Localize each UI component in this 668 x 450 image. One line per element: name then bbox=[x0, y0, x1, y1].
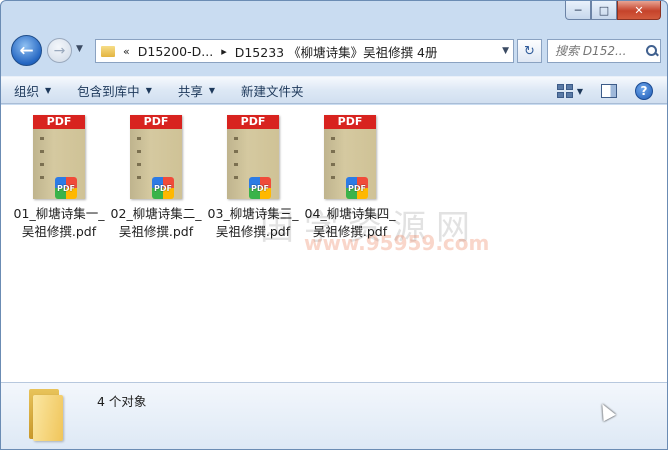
explorer-window: ─ □ ✕ ← → ▼ « D15200-D... ▸ D15233 《柳塘诗集… bbox=[0, 0, 668, 450]
mouse-cursor-icon bbox=[596, 400, 616, 422]
maximize-button[interactable]: □ bbox=[591, 1, 617, 20]
back-button[interactable]: ← bbox=[11, 35, 42, 66]
pdf-app-icon: PDF bbox=[346, 177, 368, 199]
pdf-label: PDF bbox=[324, 115, 376, 129]
search-box[interactable] bbox=[547, 39, 661, 63]
file-name-line2: 吴祖修撰.pdf bbox=[118, 224, 194, 239]
address-bar[interactable]: « D15200-D... ▸ D15233 《柳塘诗集》吴祖修撰 4册 ▼ bbox=[95, 39, 514, 63]
pdf-label: PDF bbox=[33, 115, 85, 129]
chevron-down-icon: ▼ bbox=[45, 85, 52, 95]
details-pane: 4 个对象 bbox=[1, 382, 667, 449]
include-in-library-label: 包含到库中 bbox=[77, 83, 140, 99]
file-list: 国学资源网 www.95959.com PDF PDF 01_柳塘诗集一_ 吴祖… bbox=[1, 105, 667, 382]
close-button[interactable]: ✕ bbox=[617, 1, 661, 20]
file-name-line2: 吴祖修撰.pdf bbox=[215, 224, 291, 239]
recent-pages-dropdown[interactable]: ▼ bbox=[76, 44, 83, 54]
address-dropdown-icon[interactable]: ▼ bbox=[502, 46, 509, 56]
file-item-03[interactable]: PDF PDF 03_柳塘诗集三_ 吴祖修撰.pdf bbox=[205, 113, 301, 243]
file-name-line1: 01_柳塘诗集一_ bbox=[13, 206, 105, 221]
organize-label: 组织 bbox=[14, 83, 40, 99]
refresh-button[interactable]: ↻ bbox=[517, 39, 542, 63]
file-item-04[interactable]: PDF PDF 04_柳塘诗集四_ 吴祖修撰.pdf bbox=[302, 113, 398, 243]
pdf-app-icon: PDF bbox=[152, 177, 174, 199]
help-icon[interactable]: ? bbox=[635, 82, 653, 100]
file-name-line1: 02_柳塘诗集二_ bbox=[110, 206, 202, 221]
search-input[interactable] bbox=[555, 44, 643, 58]
forward-button[interactable]: → bbox=[47, 38, 72, 63]
new-folder-label: 新建文件夹 bbox=[241, 83, 304, 99]
file-name[interactable]: 03_柳塘诗集三_ 吴祖修撰.pdf bbox=[205, 205, 301, 241]
file-item-01[interactable]: PDF PDF 01_柳塘诗集一_ 吴祖修撰.pdf bbox=[11, 113, 107, 243]
pdf-label: PDF bbox=[130, 115, 182, 129]
search-icon[interactable] bbox=[645, 44, 659, 58]
new-folder-button[interactable]: 新建文件夹 bbox=[228, 79, 317, 101]
book-spine bbox=[331, 137, 335, 189]
organize-button[interactable]: 组织 ▼ bbox=[1, 79, 64, 101]
chevron-down-icon: ▼ bbox=[145, 85, 152, 95]
chevron-down-icon: ▼ bbox=[208, 85, 216, 95]
command-bar: 组织 ▼ 包含到库中 ▼ 共享 ▼ 新建文件夹 ▼ ? bbox=[1, 76, 667, 104]
breadcrumb-separator[interactable]: ▸ bbox=[221, 45, 227, 58]
address-row: ← → ▼ « D15200-D... ▸ D15233 《柳塘诗集》吴祖修撰 … bbox=[1, 31, 667, 71]
share-button[interactable]: 共享 ▼ bbox=[165, 79, 228, 101]
preview-pane-icon[interactable] bbox=[601, 84, 617, 98]
view-options-dropdown[interactable]: ▼ bbox=[577, 87, 583, 96]
file-name[interactable]: 01_柳塘诗集一_ 吴祖修撰.pdf bbox=[11, 205, 107, 241]
share-label: 共享 bbox=[177, 83, 203, 99]
breadcrumb-item-current[interactable]: D15233 《柳塘诗集》吴祖修撰 4册 bbox=[235, 42, 438, 61]
change-view-icon[interactable] bbox=[556, 84, 573, 98]
file-item-02[interactable]: PDF PDF 02_柳塘诗集二_ 吴祖修撰.pdf bbox=[108, 113, 204, 243]
book-spine bbox=[40, 137, 44, 189]
include-in-library-button[interactable]: 包含到库中 ▼ bbox=[64, 79, 165, 101]
file-name-line2: 吴祖修撰.pdf bbox=[312, 224, 388, 239]
breadcrumb-overflow-chevron[interactable]: « bbox=[123, 45, 130, 58]
breadcrumb-item[interactable]: D15200-D... bbox=[138, 44, 213, 59]
book-spine bbox=[137, 137, 141, 189]
book-spine bbox=[234, 137, 238, 189]
toolbar-right: ▼ ? bbox=[556, 77, 667, 105]
pdf-app-icon: PDF bbox=[55, 177, 77, 199]
file-name-line1: 03_柳塘诗集三_ bbox=[207, 206, 299, 221]
item-count: 4 个对象 bbox=[97, 394, 147, 409]
minimize-button[interactable]: ─ bbox=[565, 1, 591, 20]
pdf-app-icon: PDF bbox=[249, 177, 271, 199]
file-name-line2: 吴祖修撰.pdf bbox=[21, 224, 97, 239]
caption-buttons: ─ □ ✕ bbox=[565, 1, 661, 22]
pdf-label: PDF bbox=[227, 115, 279, 129]
file-name[interactable]: 04_柳塘诗集四_ 吴祖修撰.pdf bbox=[302, 205, 398, 241]
folder-icon bbox=[29, 389, 63, 441]
folder-icon bbox=[101, 45, 115, 57]
file-name[interactable]: 02_柳塘诗集二_ 吴祖修撰.pdf bbox=[108, 205, 204, 241]
file-name-line1: 04_柳塘诗集四_ bbox=[304, 206, 396, 221]
